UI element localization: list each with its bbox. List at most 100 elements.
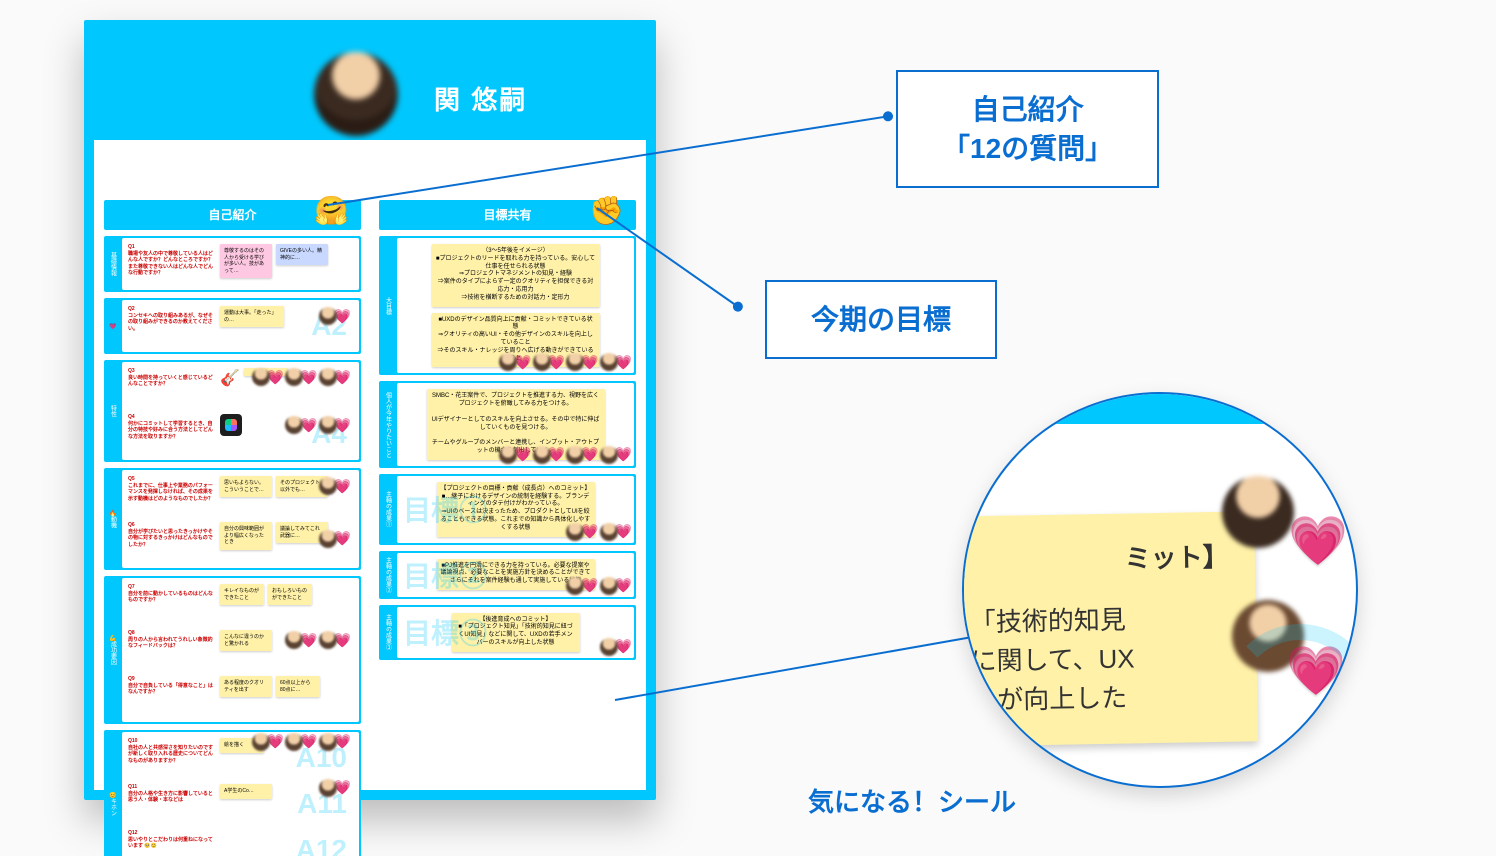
reaction-stamp: 💗 — [566, 523, 598, 541]
answers: 運動は大事。「走った」の…A2💗 — [220, 306, 353, 327]
answers: 🎸💗💗💗 — [220, 368, 353, 388]
intro-band: 特性 Q3良い時間を持っていくと感じているどんなことですか？ 🎸💗💗💗 Q4何か… — [104, 360, 361, 462]
goal-placeholder: 目標② — [403, 555, 487, 595]
reaction-stamp: 💗 — [600, 523, 632, 541]
callout-intro-text: 自己紹介 「12の質問」 — [942, 94, 1113, 164]
band-label: 特性 — [106, 362, 120, 460]
sticky-note[interactable]: 尊敬するのはその人から受ける学びが多い人。技があって… — [220, 244, 272, 278]
question-text: Q1職場や友人の中で尊敬している人はどんな人ですか？どんなところですか？また尊敬… — [128, 244, 214, 277]
zoom-text-line3: に関して、UX — [970, 638, 1231, 682]
goals-column: 目標共有 ✊ 大目標 （3〜5年後をイメージ） ■プロジェクトのリードを取れる力… — [379, 200, 636, 780]
band-label: 😊キホン — [106, 732, 120, 856]
intro-column: 自己紹介 🤗 基礎情報 Q1職場や友人の中で尊敬している人はどんな人ですか？どん… — [104, 200, 361, 780]
sticky-note[interactable]: キレイなものができたこと — [220, 584, 264, 605]
reaction-stamp: 💗 — [600, 638, 632, 656]
sticky-note[interactable]: GIVEの多い人。精神的に… — [276, 244, 328, 265]
band-body: SMBC・花王案件で、プロジェクトを推進する力、視野を広くプロジェクトを俯瞰して… — [397, 383, 634, 465]
columns: 自己紹介 🤗 基礎情報 Q1職場や友人の中で尊敬している人はどんな人ですか？どん… — [104, 200, 636, 780]
zoom-text-line2: 「技術的知見 — [970, 599, 1231, 643]
reaction-stamp: 💗 — [600, 353, 632, 371]
answers: A学生のCo…A11💗 — [220, 784, 353, 799]
reaction-stamp: 💗 — [533, 446, 565, 464]
reaction-stamp: 💗 — [319, 733, 351, 751]
band-body: Q3良い時間を持っていくと感じているどんなことですか？ 🎸💗💗💗 Q4何かにコミ… — [122, 362, 359, 460]
band-body: Q2コンセキへの取り組みあるが、なぜその取り組みができるのか教えてください。 運… — [122, 300, 359, 352]
band-label: 大目標 — [381, 238, 395, 373]
intro-band: 🔥動機 Q5これまでに、仕事上や業務のパフォーマンスを発揮しなければ、その成果を… — [104, 468, 361, 570]
reaction-stamp: 💗 — [285, 631, 317, 649]
reaction-stamp: 💗 — [499, 446, 531, 464]
band-body: Q7自分を前に動かしているものはどんなものですか？ キレイなものができたことおも… — [122, 578, 359, 722]
sticky-note[interactable]: （3〜5年後をイメージ） ■プロジェクトのリードを取れる力を持っている。安心して… — [432, 244, 600, 307]
sticky-note[interactable]: 自分の興味範囲がより幅広くなったとき — [220, 522, 272, 550]
reaction-stamp: 💗 — [285, 368, 317, 386]
sticky-note[interactable]: 運動は大事。「走った」の… — [220, 306, 284, 327]
band-label: 個人が今年やりたいこと — [381, 383, 395, 465]
profile-card: 関 悠嗣 自己紹介 🤗 基礎情報 Q1職場や友人の中で尊敬している人はどんな人で… — [84, 20, 656, 800]
qa-row: Q6自分が学びたいと思ったきっかけやその物に対するきっかけはどんなものでしたか？… — [128, 522, 353, 562]
reaction-stamp: 💗 — [319, 307, 351, 325]
card-inner: 自己紹介 🤗 基礎情報 Q1職場や友人の中で尊敬している人はどんな人ですか？どん… — [94, 140, 646, 790]
callout-goal-text: 今期の目標 — [811, 304, 951, 335]
intro-band: 💗 Q2コンセキへの取り組みあるが、なぜその取り組みができるのか教えてください。… — [104, 298, 361, 354]
zoom-text-line1: ミット】 — [968, 538, 1229, 582]
leader-line-zoom — [615, 635, 980, 701]
intro-band: 💪成功要因 Q7自分を前に動かしているものはどんなものですか？ キレイなものがで… — [104, 576, 361, 724]
reaction-stamp: 💗 — [600, 446, 632, 464]
sticker-caption: 気になる！シール — [808, 782, 1016, 819]
qa-row: Q11自分の人格や生き方に影響していると思う人・体験・本などは A学生のCo…A… — [128, 784, 353, 824]
goal-placeholder: 目標① — [403, 489, 487, 529]
band-body: 目標②■PJ推進を円滑にできる力を持っている。必要な提案や議論視点、必要なことを… — [397, 553, 634, 597]
band-body: Q5これまでに、仕事上や業務のパフォーマンスを発揮しなければ、その成果を示す動機… — [122, 470, 359, 568]
reaction-stamp: 💗 — [319, 631, 351, 649]
band-label: 主軸の成果③ — [381, 607, 395, 658]
avatar — [314, 52, 398, 136]
answers: 思いもよらない。こういうことで…そのプロジェクト以外でも…💗 — [220, 476, 353, 497]
band-body: Q10自社の人と共感深さを知りたいのですが新しく取り入れる歴史についてどんなもの… — [122, 732, 359, 856]
reaction-stamp: 💗 — [533, 353, 565, 371]
band-body: Q1職場や友人の中で尊敬している人はどんな人ですか？どんなところですか？また尊敬… — [122, 238, 359, 290]
question-text: Q3良い時間を持っていくと感じているどんなことですか？ — [128, 368, 214, 388]
band-label: 主軸の成果② — [381, 553, 395, 597]
sticky-note[interactable]: ある程度のクオリティを出す — [220, 676, 272, 697]
qa-row: Q10自社の人と共感深さを知りたいのですが新しく取り入れる歴史についてどんなもの… — [128, 738, 353, 778]
answers: キレイなものができたことおもしろいものができたこと — [220, 584, 353, 605]
goal-band: 主軸の成果② 目標②■PJ推進を円滑にできる力を持っている。必要な提案や議論視点… — [379, 551, 636, 599]
reaction-stamp: 💗 — [600, 577, 632, 595]
answer-placeholder: A12 — [296, 834, 347, 856]
reaction-stamp: 💗 — [252, 733, 284, 751]
sticky-note[interactable]: こんなに違うのかと驚かれる — [220, 630, 272, 651]
question-text: Q2コンセキへの取り組みあるが、なぜその取り組みができるのか教えてください。 — [128, 306, 214, 332]
question-text: Q11自分の人格や生き方に影響していると思う人・体験・本などは — [128, 784, 214, 804]
zoom-avatar-1 — [1222, 476, 1294, 548]
question-text: Q7自分を前に動かしているものはどんなものですか？ — [128, 584, 214, 604]
band-label: 🔥動機 — [106, 470, 120, 568]
sticky-note[interactable]: A学生のCo… — [220, 784, 272, 799]
reaction-stamp: 💗 — [499, 353, 531, 371]
band-body: 目標①【プロジェクトの目標・貢献（成長点）へのコミット】 ■…継子におけるデザイ… — [397, 476, 634, 543]
answers: A4💗💗 — [220, 414, 353, 436]
heart-icon: 💗 — [1288, 512, 1348, 569]
goal-placeholder: 目標③ — [403, 612, 487, 652]
qa-row: Q4何かにコミットして学習するとき、自分の特技や好みに合う方法としてどんな方法を… — [128, 414, 353, 454]
answers: 自分の興味範囲がより幅広くなったとき議論してみてこれ武器に…💗 — [220, 522, 353, 550]
answers: 絵を描くA10💗💗💗 — [220, 738, 353, 753]
guitar-icon: 🎸 — [220, 368, 240, 388]
goal-band: 主軸の成果① 目標①【プロジェクトの目標・貢献（成長点）へのコミット】 ■…継子… — [379, 474, 636, 545]
zoom-sticky-note: ミット】 「技術的知見 に関して、UX ルが向上した — [962, 511, 1258, 746]
answers: 尊敬するのはその人から受ける学びが多い人。技があって…GIVEの多い人。精神的に… — [220, 244, 353, 278]
answers: こんなに違うのかと驚かれる 💗💗 — [220, 630, 353, 651]
qa-row: Q1職場や友人の中で尊敬している人はどんな人ですか？どんなところですか？また尊敬… — [128, 244, 353, 284]
goal-band: 個人が今年やりたいこと SMBC・花王案件で、プロジェクトを推進する力、視野を広… — [379, 381, 636, 467]
intro-band: 基礎情報 Q1職場や友人の中で尊敬している人はどんな人ですか？どんなところですか… — [104, 236, 361, 292]
sticky-note[interactable]: おもしろいものができたこと — [268, 584, 312, 605]
reaction-stamp: 💗 — [319, 368, 351, 386]
sticky-note[interactable]: 60点以上から80点に… — [276, 676, 320, 697]
qa-row: Q5これまでに、仕事上や業務のパフォーマンスを発揮しなければ、その成果を示す動機… — [128, 476, 353, 516]
reaction-stamp: 💗 — [319, 530, 351, 548]
reaction-stamp: 💗 — [566, 446, 598, 464]
qa-row: Q9自分で自負している「得意なこと」はなんですか？ ある程度のクオリティを出す6… — [128, 676, 353, 716]
reaction-stamp: 💗 — [319, 779, 351, 797]
band-body: （3〜5年後をイメージ） ■プロジェクトのリードを取れる力を持っている。安心して… — [397, 238, 634, 373]
sticky-note[interactable]: 思いもよらない。こういうことで… — [220, 476, 272, 497]
